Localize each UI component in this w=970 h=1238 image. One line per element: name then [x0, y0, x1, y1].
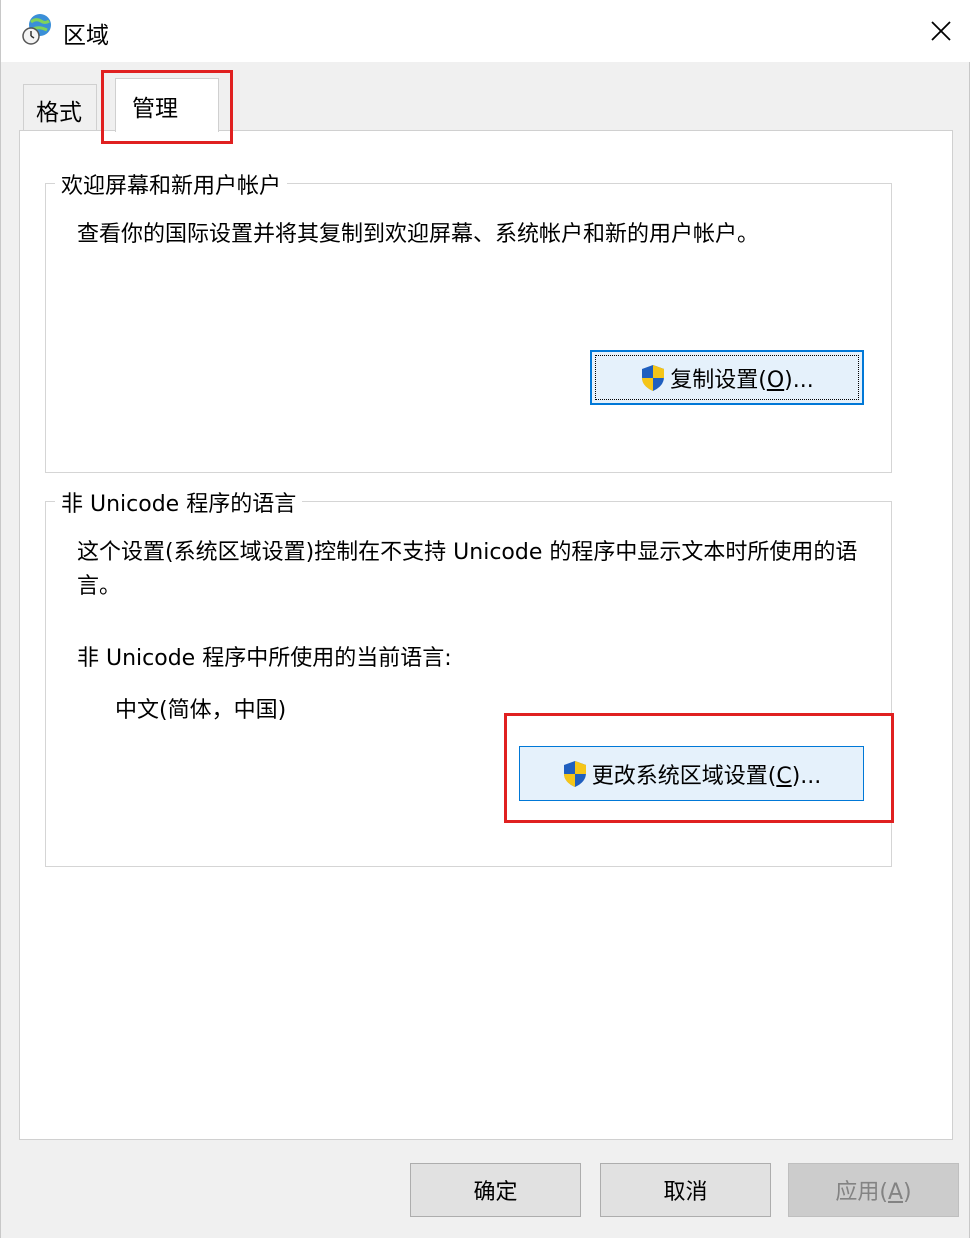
window-title: 区域 — [63, 23, 109, 49]
globe-clock-icon — [22, 14, 51, 45]
cancel-button[interactable]: 取消 — [600, 1163, 771, 1217]
apply-button[interactable]: 应用(A) — [788, 1163, 959, 1217]
welcome-description: 查看你的国际设置并将其复制到欢迎屏幕、系统帐户和新的用户帐户。 — [77, 222, 760, 247]
close-button[interactable] — [917, 8, 965, 54]
region-dialog: 区域 格式 管理 欢迎屏幕和新用户帐户 查看你的国际设置并将其复制到欢迎屏幕、系… — [0, 0, 970, 1238]
unicode-group-legend: 非 Unicode 程序的语言 — [55, 486, 303, 518]
title-bar: 区域 — [1, 0, 970, 62]
highlight-box-change-button — [504, 713, 894, 823]
current-language-value: 中文(简体，中国) — [115, 698, 287, 723]
ok-button[interactable]: 确定 — [410, 1163, 581, 1217]
tab-format[interactable]: 格式 — [23, 84, 97, 130]
highlight-box-tab — [101, 70, 233, 144]
copy-settings-button[interactable]: 复制设置(O)... — [590, 350, 864, 405]
current-language-label: 非 Unicode 程序中所使用的当前语言: — [77, 646, 452, 671]
close-icon — [931, 21, 951, 41]
ok-label: 确定 — [473, 1180, 518, 1205]
welcome-group-legend: 欢迎屏幕和新用户帐户 — [55, 168, 288, 200]
cancel-label: 取消 — [663, 1180, 708, 1205]
focus-ring — [595, 355, 859, 400]
apply-label: 应用(A) — [835, 1180, 912, 1205]
tab-format-label: 格式 — [36, 100, 82, 126]
unicode-description: 这个设置(系统区域设置)控制在不支持 Unicode 的程序中显示文本时所使用的… — [77, 540, 858, 599]
